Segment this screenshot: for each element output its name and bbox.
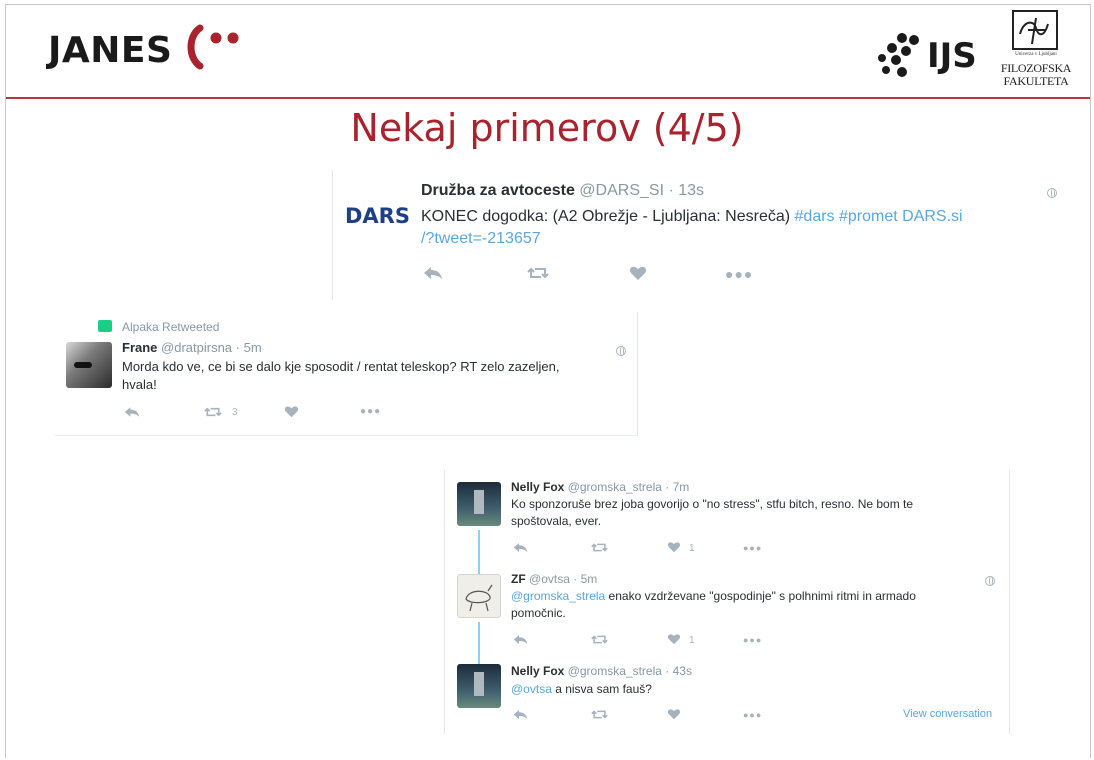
tweet-timestamp[interactable]: · 5m	[236, 340, 262, 355]
tweet-timestamp[interactable]: · 7m	[665, 480, 689, 494]
tweet-text-continued: spoštovala, ever.	[511, 514, 602, 528]
thread-connector	[478, 530, 480, 574]
heart-icon[interactable]	[629, 265, 647, 281]
tweet-author-name[interactable]: ZF	[511, 572, 526, 586]
tweet-author-handle[interactable]: @gromska_strela	[568, 664, 662, 678]
more-icon[interactable]: ●●●	[360, 406, 381, 417]
avatar[interactable]	[457, 574, 501, 618]
retweet-count: 3	[232, 407, 238, 418]
retweet-icon[interactable]	[527, 266, 549, 280]
globe-icon	[985, 576, 995, 586]
faculty-logo: Univerza v Ljubljani FILOZOFSKA FAKULTET…	[996, 10, 1076, 92]
tweet-author-name[interactable]: Nelly Fox	[511, 664, 564, 678]
like-count: 1	[689, 543, 695, 554]
more-icon[interactable]: ●●●	[743, 710, 762, 720]
tweet-text: enako vzdrževane "gospodinje" s polhnimi…	[605, 589, 916, 603]
retweet-icon[interactable]	[591, 634, 608, 645]
view-conversation-link[interactable]: View conversation	[903, 708, 992, 720]
globe-icon	[1047, 188, 1057, 198]
tweet-text: Ko sponzoruše brez joba govorijo o "no s…	[511, 497, 914, 511]
reply-icon[interactable]	[513, 709, 528, 720]
tweet-author-handle[interactable]: @DARS_SI	[579, 182, 664, 199]
heart-icon[interactable]	[284, 405, 299, 418]
retweet-icon[interactable]	[591, 709, 608, 720]
heart-icon[interactable]	[667, 541, 681, 553]
reply-icon[interactable]	[124, 406, 140, 418]
header-divider	[6, 97, 1090, 99]
retweet-icon[interactable]	[591, 542, 608, 553]
slide-header: JANES IJS Univerza v Ljubljani FILOZOFSK…	[0, 0, 1094, 98]
tweet-author-name[interactable]: Frane	[122, 340, 157, 355]
tweet-text-continued: pomočnic.	[511, 606, 566, 620]
tweet-hashtags[interactable]: #dars #promet	[795, 208, 898, 225]
avatar[interactable]	[66, 342, 112, 388]
globe-icon	[616, 346, 626, 356]
tweet-mention[interactable]: @ovtsa	[511, 682, 552, 696]
heart-icon[interactable]	[667, 708, 681, 720]
reply-icon[interactable]	[513, 542, 528, 553]
faculty-university-text: Univerza v Ljubljani	[1015, 52, 1057, 57]
tweet-text: KONEC dogodka: (A2 Obrežje - Ljubljana: …	[421, 208, 795, 225]
tweet-text: a nisva sam fauš?	[551, 682, 652, 696]
reply-icon[interactable]	[513, 634, 528, 645]
tweet-author-handle[interactable]: @dratpirsna	[161, 340, 232, 355]
tweet-text-continued: hvala!	[122, 377, 157, 392]
slide-title: Nekaj primerov (4/5)	[350, 106, 744, 150]
avatar[interactable]	[457, 482, 501, 526]
janes-logo-mark-icon	[187, 24, 239, 70]
more-icon[interactable]: ●●●	[725, 266, 753, 282]
tweet-author-name[interactable]: Družba za avtoceste	[421, 182, 575, 199]
tweet-card-dars: DARS Družba za avtoceste @DARS_SI · 13s …	[332, 170, 1064, 300]
tweet-mention[interactable]: @gromska_strela	[511, 589, 605, 603]
tweet-card-frane: Alpaka Retweeted Frane @dratpirsna · 5m …	[54, 312, 638, 436]
tweet-link[interactable]: DARS.si	[902, 208, 962, 225]
tweet-author-name[interactable]: Nelly Fox	[511, 480, 564, 494]
tweet-avatar[interactable]: DARS	[345, 204, 410, 228]
retweet-badge-icon	[98, 320, 112, 332]
tweet-timestamp[interactable]: · 13s	[668, 182, 704, 199]
avatar[interactable]	[457, 664, 501, 708]
janes-logo: JANES	[48, 30, 173, 71]
faculty-emblem-icon	[1012, 10, 1058, 50]
ijs-logo-dots-icon	[878, 33, 919, 77]
reply-icon[interactable]	[423, 266, 443, 280]
thread-connector	[478, 622, 480, 664]
tweet-author-handle[interactable]: @gromska_strela	[568, 480, 662, 494]
retweeted-by-label[interactable]: Alpaka Retweeted	[122, 320, 219, 334]
tweet-timestamp[interactable]: · 5m	[573, 572, 597, 586]
more-icon[interactable]: ●●●	[743, 543, 762, 553]
tweet-link-continued[interactable]: /?tweet=-213657	[421, 230, 541, 247]
ijs-logo-text: IJS	[927, 36, 977, 76]
more-icon[interactable]: ●●●	[743, 635, 762, 645]
tweet-text: Morda kdo ve, ce bi se dalo kje sposodit…	[122, 359, 560, 374]
tweet-thread-card: Nelly Fox @gromska_strela · 7m Ko sponzo…	[444, 470, 1010, 734]
heart-icon[interactable]	[667, 633, 681, 645]
retweet-icon[interactable]	[204, 406, 222, 418]
tweet-author-handle[interactable]: @ovtsa	[529, 572, 570, 586]
tweet-timestamp[interactable]: · 43s	[665, 664, 692, 678]
like-count: 1	[689, 635, 695, 646]
faculty-name-line2: FAKULTETA	[1003, 74, 1069, 88]
